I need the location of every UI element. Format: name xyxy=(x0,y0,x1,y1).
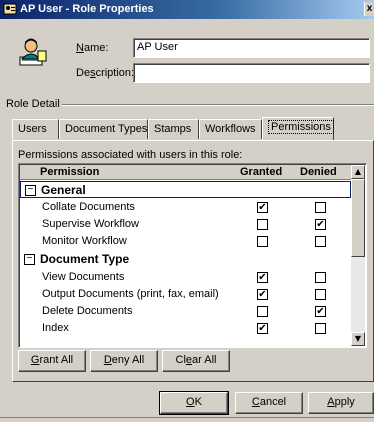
permission-row: Collate Documents ✔ xyxy=(20,199,351,216)
category-row-document-type[interactable]: − Document Type xyxy=(20,251,351,268)
role-detail-divider xyxy=(62,104,374,106)
tab-strip: Users Document Types Stamps Workflows Pe… xyxy=(12,117,374,141)
clear-all-button[interactable]: Clear All xyxy=(162,350,230,372)
close-button[interactable]: x xyxy=(364,2,374,16)
window-title: AP User - Role Properties xyxy=(20,3,154,15)
header-granted: Granted xyxy=(240,166,283,178)
scroll-thumb[interactable] xyxy=(351,179,365,257)
grid-header: Permission Granted Denied xyxy=(20,165,351,180)
granted-checkbox[interactable]: ✔ xyxy=(257,289,268,300)
denied-checkbox[interactable] xyxy=(315,323,326,334)
role-detail-label: Role Detail xyxy=(6,98,60,110)
permission-row: Supervise Workflow ✔ xyxy=(42,218,326,230)
permission-row: Output Documents (print, fax, email) ✔ xyxy=(20,286,351,303)
granted-checkbox[interactable] xyxy=(257,306,268,317)
permission-row: Monitor Workflow xyxy=(20,233,351,250)
granted-checkbox[interactable] xyxy=(257,236,268,247)
header-permission: Permission xyxy=(40,166,100,178)
permission-row: Index ✔ xyxy=(20,320,351,337)
collapse-icon[interactable]: − xyxy=(24,254,35,265)
collapse-icon[interactable]: − xyxy=(25,185,36,196)
cancel-button[interactable]: Cancel xyxy=(235,392,303,414)
permissions-grid: Permission Granted Denied − General Coll… xyxy=(20,165,365,346)
tab-workflows[interactable]: Workflows xyxy=(199,119,262,139)
grant-all-button[interactable]: Grant All xyxy=(18,350,86,372)
tab-document-types[interactable]: Document Types xyxy=(59,119,148,139)
granted-checkbox[interactable]: ✔ xyxy=(257,323,268,334)
ok-button[interactable]: OK xyxy=(159,391,229,415)
permission-row: View Documents ✔ xyxy=(20,269,351,286)
denied-checkbox[interactable]: ✔ xyxy=(315,306,326,317)
denied-checkbox[interactable] xyxy=(315,272,326,283)
app-icon xyxy=(3,3,17,15)
description-field[interactable] xyxy=(133,63,370,83)
description-label: Description: xyxy=(76,67,135,79)
tab-permissions[interactable]: Permissions xyxy=(262,117,334,140)
category-row-general[interactable]: − General xyxy=(20,181,351,198)
title-bar: AP User - Role Properties x xyxy=(0,0,374,19)
denied-checkbox[interactable]: ✔ xyxy=(315,219,326,230)
user-role-icon xyxy=(19,38,47,66)
scroll-down-icon[interactable]: ▼ xyxy=(351,332,365,346)
permission-row: Delete Documents ✔ xyxy=(42,305,326,317)
name-field[interactable]: AP User xyxy=(133,38,370,58)
scroll-up-icon[interactable]: ▲ xyxy=(351,165,365,179)
header-denied: Denied xyxy=(300,166,337,178)
denied-checkbox[interactable] xyxy=(315,236,326,247)
permissions-caption: Permissions associated with users in thi… xyxy=(18,149,243,161)
denied-checkbox[interactable] xyxy=(315,289,326,300)
name-label: Name: xyxy=(76,42,109,54)
bottom-edge xyxy=(0,417,374,422)
grid-scrollbar[interactable]: ▲ ▼ xyxy=(351,165,365,346)
tab-users[interactable]: Users xyxy=(12,119,59,139)
denied-checkbox[interactable] xyxy=(315,202,326,213)
granted-checkbox[interactable]: ✔ xyxy=(257,272,268,283)
apply-button[interactable]: Apply xyxy=(308,392,374,414)
granted-checkbox[interactable] xyxy=(257,219,268,230)
granted-checkbox[interactable]: ✔ xyxy=(257,202,268,213)
tab-stamps[interactable]: Stamps xyxy=(148,119,199,139)
deny-all-button[interactable]: Deny All xyxy=(90,350,158,372)
